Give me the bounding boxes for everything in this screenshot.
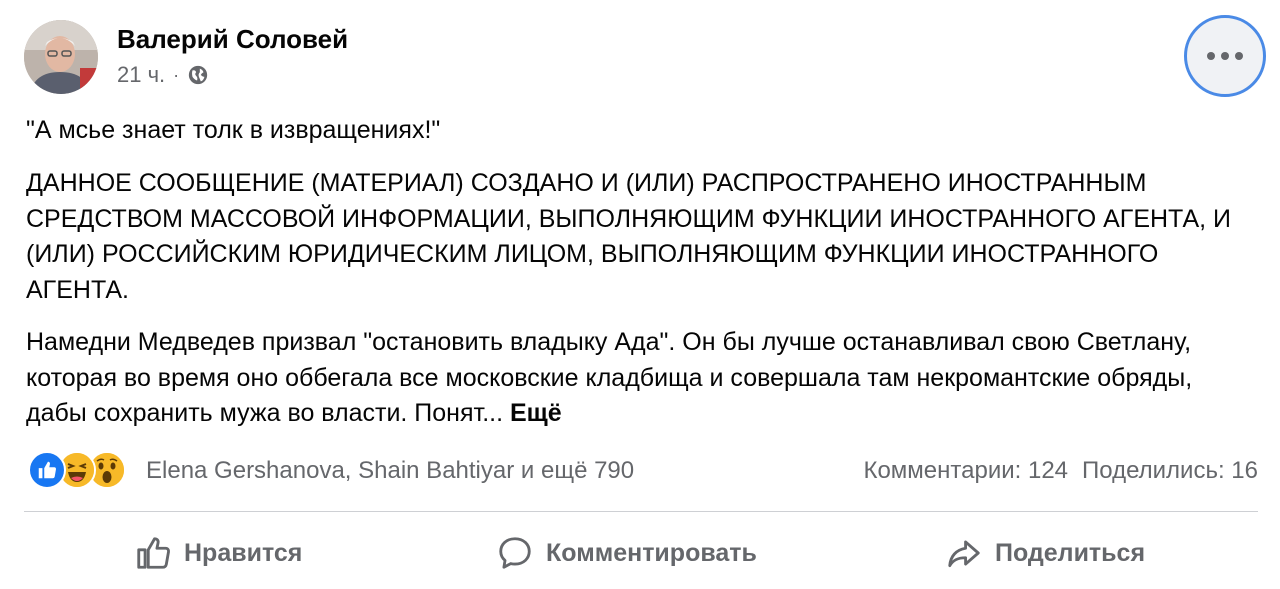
author-name[interactable]: Валерий Соловей [117,24,348,55]
like-button[interactable]: Нравится [134,528,302,578]
comments-count[interactable]: Комментарии: 124 [863,457,1068,485]
reaction-icons[interactable] [28,451,126,489]
avatar-image [24,20,98,94]
thumbs-up-icon [137,537,170,569]
post-text-line-1: "А мсье знает толк в извращениях!" [26,116,441,144]
facebook-post: Валерий Соловей 21 ч. · "А мсье знает то… [0,0,1280,589]
post-text-disclaimer: ДАННОЕ СООБЩЕНИЕ (МАТЕРИАЛ) СОЗДАНО И (И… [26,169,1232,304]
share-arrow-icon [948,540,980,568]
post-time[interactable]: 21 ч. [117,62,165,88]
comment-bubble-icon [499,537,531,569]
engagement-counts: Комментарии: 124 Поделились: 16 [863,457,1258,485]
more-options-button[interactable] [1184,15,1266,97]
like-label: Нравится [184,538,303,567]
post-meta: 21 ч. · [117,62,209,88]
see-more-link[interactable]: Ещё [510,399,562,427]
avatar[interactable] [24,20,98,94]
share-button[interactable]: Поделиться [945,528,1145,578]
shares-count[interactable]: Поделились: 16 [1082,457,1258,485]
divider [24,511,1258,512]
post-text-body: Намедни Медведев призвал "остановить вла… [26,325,1256,432]
share-label: Поделиться [995,538,1146,567]
reaction-names[interactable]: Elena Gershanova, Shain Bahtiyar и ещё 7… [146,457,634,485]
comment-label: Комментировать [546,538,757,567]
post-body-text: Намедни Медведев призвал "остановить вла… [26,328,1193,427]
meta-separator: · [173,64,180,85]
globe-icon[interactable] [187,64,209,86]
more-dots-icon [1207,52,1243,60]
like-icon [28,451,66,489]
comment-button[interactable]: Комментировать [496,528,757,578]
